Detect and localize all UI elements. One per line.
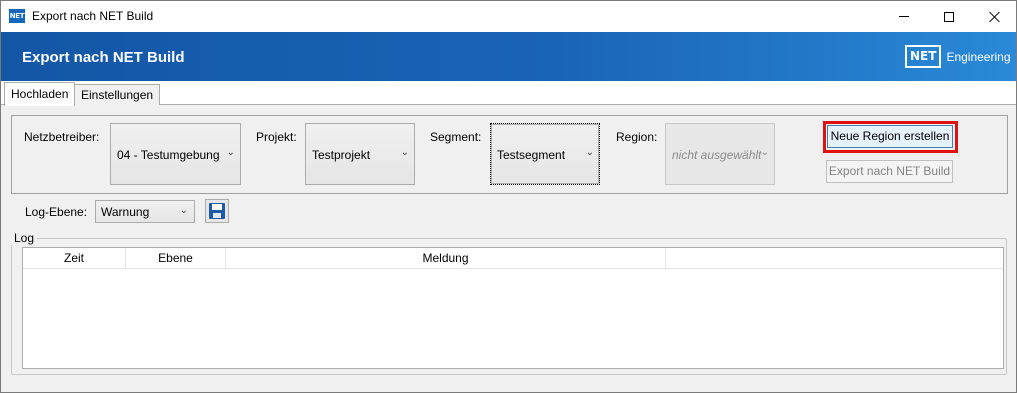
net-engineering-logo: NET Engineering	[905, 45, 1011, 68]
close-button[interactable]	[972, 1, 1016, 32]
log-level-label: Log-Ebene:	[25, 205, 88, 219]
tab-strip: Hochladen Einstellungen	[1, 81, 1016, 106]
column-header-ebene[interactable]: Ebene	[126, 248, 226, 269]
logo-box: NET	[905, 45, 942, 68]
region-label: Region:	[616, 130, 658, 144]
chevron-down-icon: ⌄	[400, 147, 409, 158]
chevron-down-icon: ⌄	[760, 147, 769, 158]
chevron-down-icon: ⌄	[585, 147, 594, 158]
chevron-down-icon: ⌄	[226, 147, 235, 158]
logo-text: Engineering	[946, 49, 1011, 64]
netzbetreiber-select[interactable]: 04 - Testumgebung ⌄	[110, 123, 241, 185]
maximize-button[interactable]	[926, 1, 972, 32]
column-header-meldung[interactable]: Meldung	[226, 248, 666, 269]
log-level-value: Warnung	[101, 205, 150, 219]
projekt-value: Testprojekt	[312, 148, 371, 162]
save-log-button[interactable]	[205, 199, 229, 223]
log-table[interactable]: Zeit Ebene Meldung	[22, 247, 1004, 369]
region-select[interactable]: nicht ausgewählt ⌄	[665, 123, 775, 185]
minimize-button[interactable]	[881, 1, 927, 32]
banner-title: Export nach NET Build	[22, 49, 185, 66]
selection-panel: Netzbetreiber: 04 - Testumgebung ⌄ Proje…	[11, 115, 1008, 194]
close-icon	[989, 11, 1001, 23]
region-value: nicht ausgewählt	[672, 148, 762, 162]
title-bar: NET Export nach NET Build	[1, 1, 1016, 32]
app-window: NET Export nach NET Build Export nach NE…	[0, 0, 1017, 393]
segment-label: Segment:	[430, 130, 482, 144]
window-title: Export nach NET Build	[32, 9, 154, 23]
log-legend: Log	[11, 231, 38, 245]
log-table-header: Zeit Ebene Meldung	[23, 248, 1003, 269]
chevron-down-icon: ⌄	[179, 205, 188, 216]
maximize-icon	[944, 11, 954, 22]
minimize-icon	[899, 16, 909, 17]
segment-value: Testsegment	[497, 148, 566, 162]
log-level-select[interactable]: Warnung ⌄	[95, 200, 195, 223]
app-icon: NET	[9, 9, 25, 23]
save-icon	[209, 203, 225, 219]
projekt-label: Projekt:	[256, 130, 297, 144]
tab-content-hochladen: Netzbetreiber: 04 - Testumgebung ⌄ Proje…	[1, 105, 1016, 392]
segment-select[interactable]: Testsegment ⌄	[490, 123, 600, 185]
header-banner: Export nach NET Build NET Engineering	[1, 32, 1016, 81]
column-header-filler	[666, 248, 1003, 269]
column-header-zeit[interactable]: Zeit	[23, 248, 126, 269]
new-region-button[interactable]: Neue Region erstellen	[827, 125, 953, 148]
netzbetreiber-value: 04 - Testumgebung	[117, 148, 220, 162]
netzbetreiber-label: Netzbetreiber:	[24, 130, 100, 144]
export-button[interactable]: Export nach NET Build	[826, 160, 953, 183]
tab-einstellungen[interactable]: Einstellungen	[74, 84, 161, 105]
tab-hochladen[interactable]: Hochladen	[4, 82, 76, 106]
projekt-select[interactable]: Testprojekt ⌄	[305, 123, 415, 185]
